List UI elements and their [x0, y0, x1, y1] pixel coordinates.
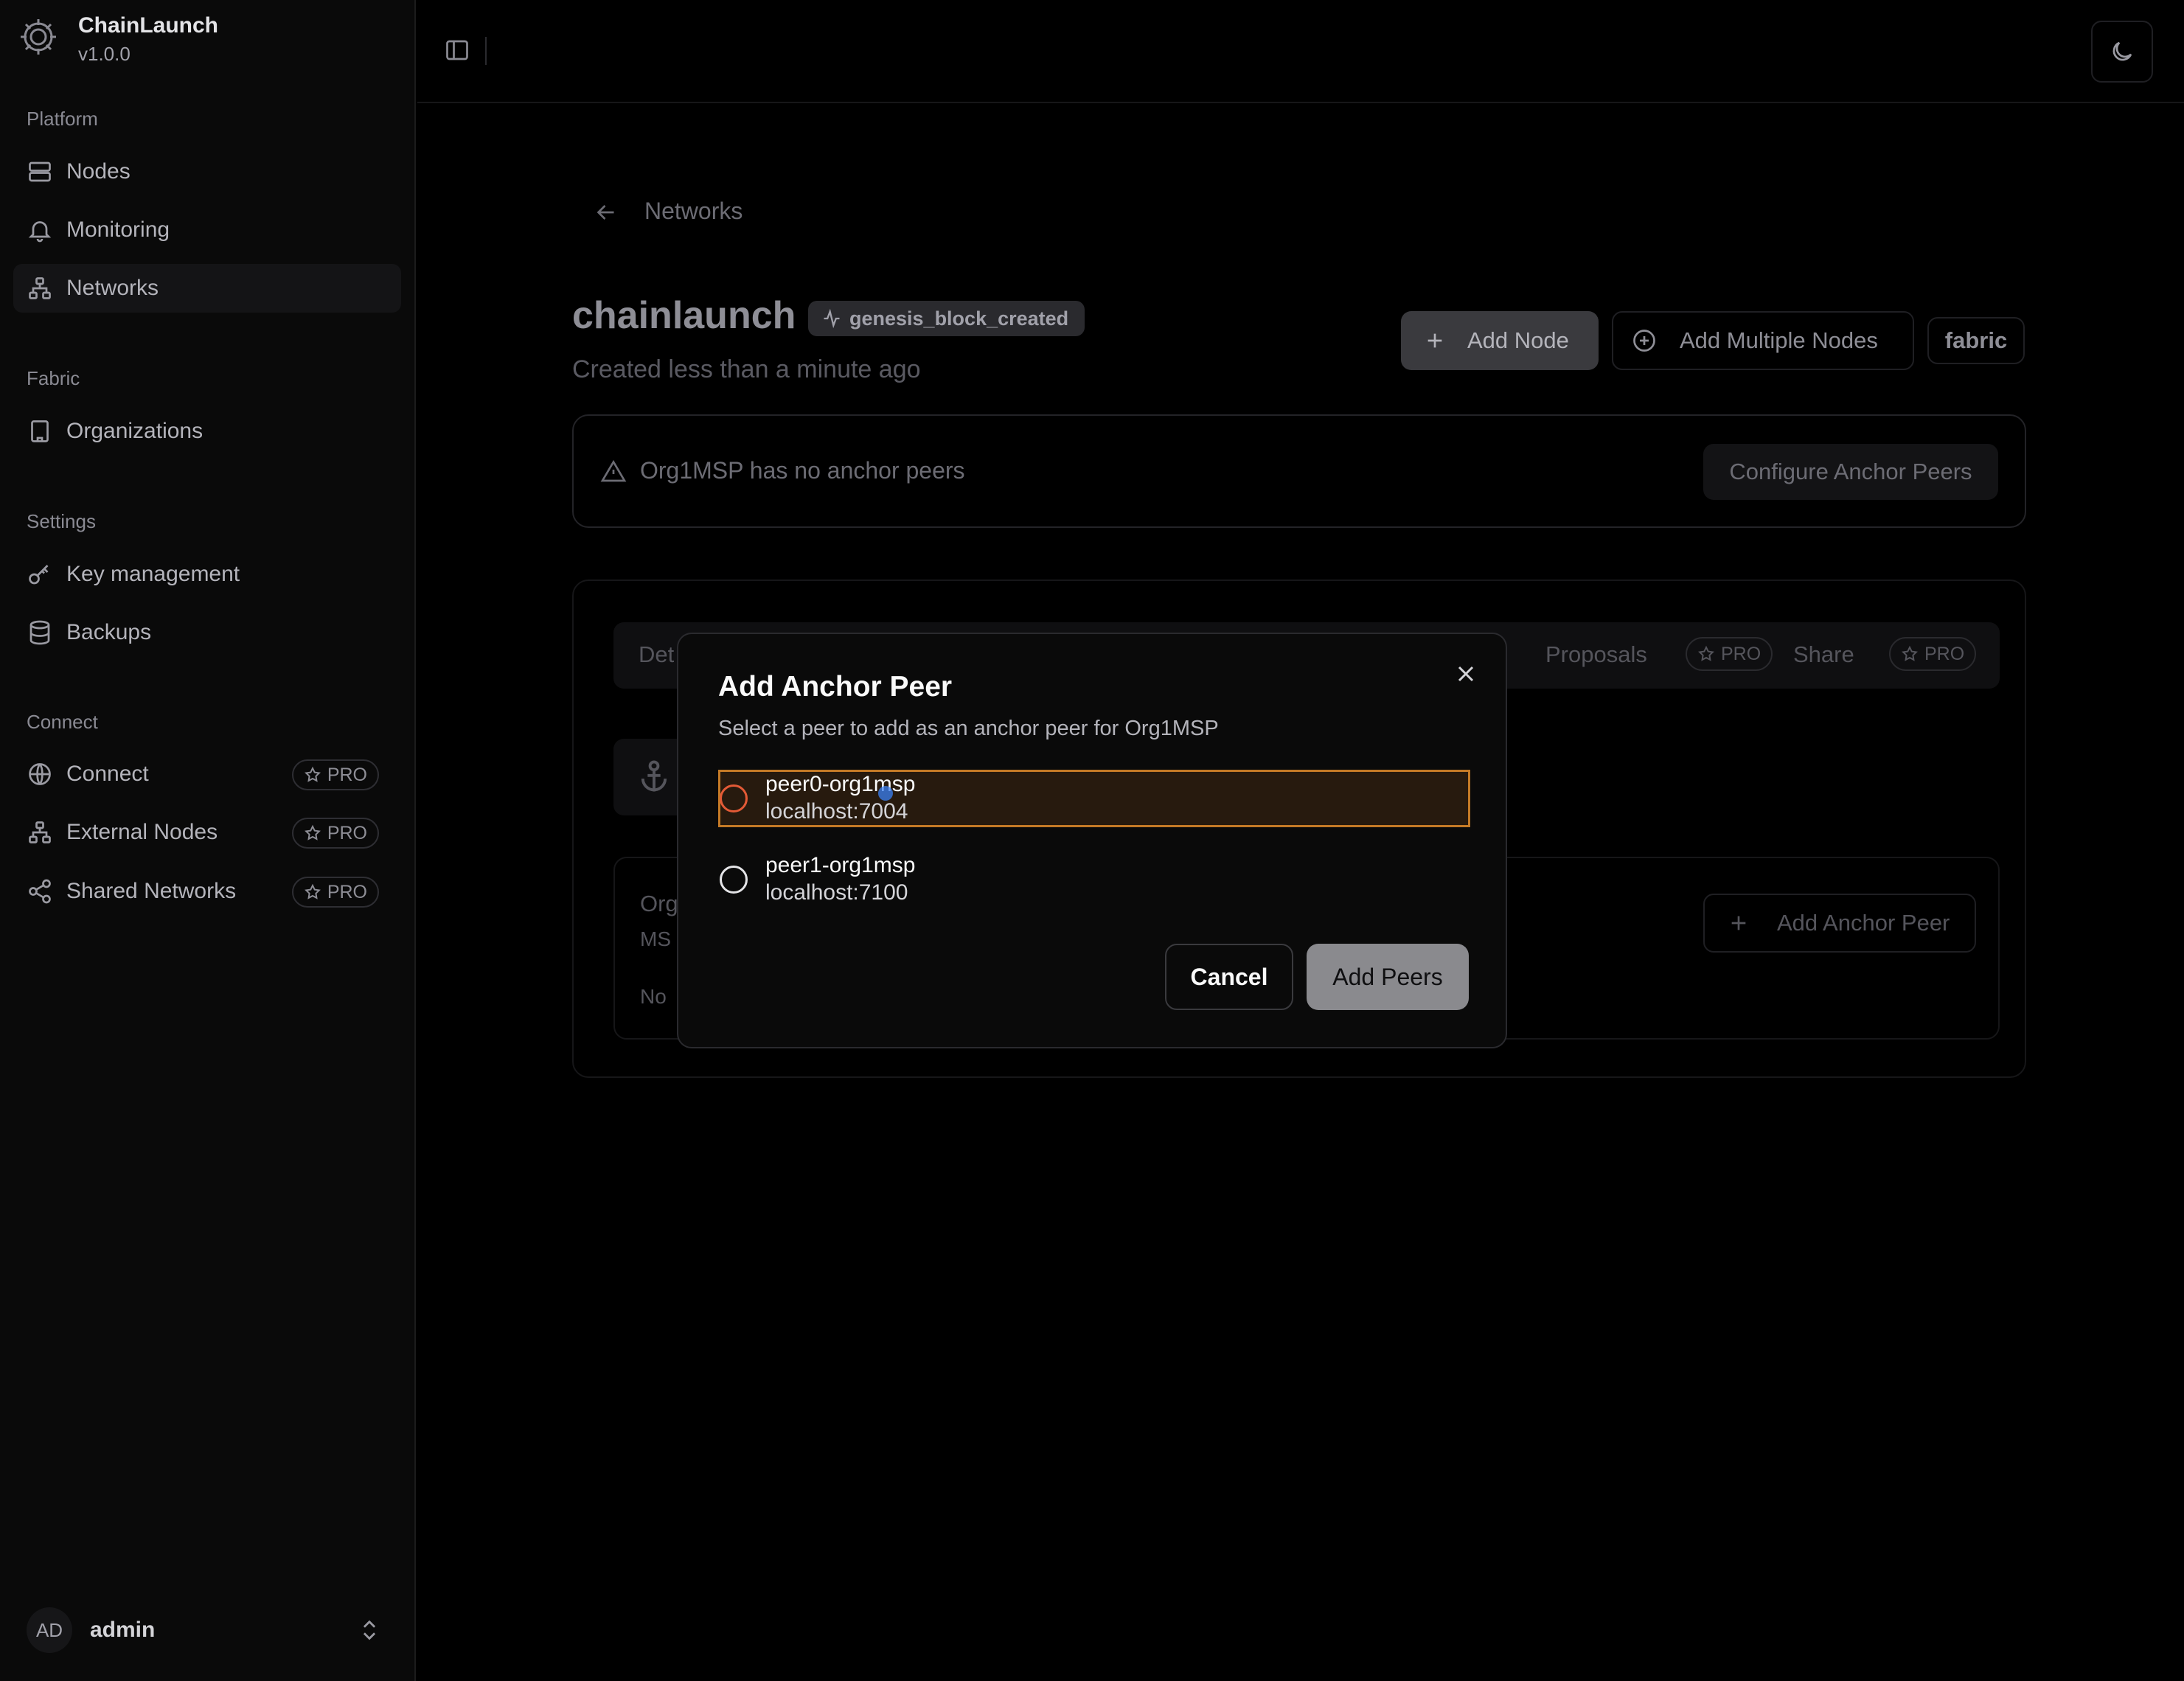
sidebar-item-organizations[interactable]: Organizations — [13, 407, 401, 456]
section-label-platform: Platform — [27, 108, 98, 130]
radio-button[interactable] — [720, 784, 748, 812]
org-msp: MS — [640, 927, 671, 950]
avatar: AD — [27, 1607, 72, 1653]
add-node-button[interactable]: Add Node — [1401, 311, 1599, 370]
sidebar-item-label: Connect — [66, 762, 149, 786]
divider — [485, 37, 487, 65]
warning-triangle-icon — [600, 459, 627, 485]
sidebar-item-networks[interactable]: Networks — [13, 264, 401, 313]
chainlaunch-logo-icon — [18, 16, 59, 58]
tab-details[interactable]: Det — [639, 641, 674, 668]
peer-name: peer1-org1msp — [765, 853, 916, 877]
plus-icon — [1731, 916, 1746, 930]
add-multiple-nodes-button[interactable]: Add Multiple Nodes — [1612, 311, 1914, 370]
plus-icon — [1427, 333, 1442, 348]
back-arrow-icon[interactable] — [593, 199, 619, 226]
network-icon — [27, 819, 53, 846]
moon-icon — [2109, 38, 2135, 65]
breadcrumb[interactable]: Networks — [644, 198, 743, 225]
star-icon — [1698, 645, 1714, 661]
server-icon — [27, 159, 53, 185]
theme-toggle-button[interactable] — [2091, 21, 2153, 83]
anchor-peer-warning: Org1MSP has no anchor peers Configure An… — [572, 414, 2026, 528]
created-timestamp: Created less than a minute ago — [572, 355, 921, 383]
user-menu[interactable]: AD admin — [13, 1607, 401, 1653]
sidebar-item-nodes[interactable]: Nodes — [13, 147, 401, 196]
top-bar — [417, 0, 2184, 103]
peer-host: localhost:7100 — [765, 880, 908, 905]
add-anchor-peer-button[interactable]: Add Anchor Peer — [1703, 894, 1976, 953]
sidebar-item-shared-networks[interactable]: Shared Networks PRO — [13, 867, 401, 916]
sidebar-item-key-management[interactable]: Key management — [13, 550, 401, 599]
close-icon[interactable] — [1453, 661, 1479, 687]
database-icon — [27, 619, 53, 646]
sidebar-item-label: Shared Networks — [66, 879, 237, 903]
chevrons-up-down-icon — [357, 1618, 382, 1643]
sidebar-item-label: Backups — [66, 620, 152, 644]
brand-version: v1.0.0 — [78, 43, 131, 65]
star-icon — [304, 824, 321, 840]
dialog-description: Select a peer to add as an anchor peer f… — [718, 717, 1219, 740]
pro-badge: PRO — [291, 759, 379, 790]
share-icon — [27, 878, 53, 905]
section-label-settings: Settings — [27, 510, 96, 532]
add-anchor-peer-dialog: Add Anchor Peer Select a peer to add as … — [677, 633, 1507, 1048]
page-title: chainlaunch — [572, 294, 796, 337]
star-icon — [304, 766, 321, 782]
warning-text: Org1MSP has no anchor peers — [640, 457, 965, 484]
plus-circle-icon — [1633, 330, 1655, 352]
sidebar-item-label: Monitoring — [66, 217, 170, 242]
org-empty-text: No — [640, 985, 667, 1008]
section-label-fabric: Fabric — [27, 367, 80, 389]
org-name: Org — [640, 891, 678, 916]
peer-host: localhost:7004 — [765, 799, 908, 824]
brand-name: ChainLaunch — [78, 13, 219, 38]
bell-icon — [27, 217, 53, 243]
sidebar-item-monitoring[interactable]: Monitoring — [13, 206, 401, 254]
pro-badge: PRO — [1686, 637, 1773, 671]
sidebar-item-backups[interactable]: Backups — [13, 608, 401, 657]
dialog-title: Add Anchor Peer — [718, 671, 953, 703]
peer-option-peer1[interactable]: peer1-org1msp localhost:7100 — [718, 851, 1470, 908]
star-icon — [1902, 645, 1918, 661]
activity-icon — [824, 308, 840, 329]
sidebar-item-connect[interactable]: Connect PRO — [13, 750, 401, 798]
tab-proposals[interactable]: Proposals — [1545, 641, 1647, 668]
sidebar-toggle-icon[interactable] — [444, 37, 470, 63]
sidebar: ChainLaunch v1.0.0 Platform Nodes Monito… — [0, 0, 416, 1681]
section-label-connect: Connect — [27, 711, 98, 733]
sidebar-item-external-nodes[interactable]: External Nodes PRO — [13, 808, 401, 857]
sidebar-item-label: External Nodes — [66, 820, 218, 844]
add-peers-button[interactable]: Add Peers — [1307, 944, 1469, 1010]
sidebar-item-label: Key management — [66, 562, 240, 586]
network-type-badge: fabric — [1927, 317, 2025, 364]
sidebar-item-label: Organizations — [66, 419, 204, 443]
cursor-indicator — [878, 786, 893, 801]
building-icon — [27, 418, 53, 445]
tab-share[interactable]: Share — [1793, 641, 1854, 668]
user-name: admin — [90, 1618, 156, 1642]
pro-badge: PRO — [291, 818, 379, 849]
sidebar-item-label: Networks — [66, 276, 159, 300]
key-icon — [27, 561, 53, 588]
globe-icon — [27, 761, 53, 787]
peer-option-peer0[interactable]: peer0-org1msp localhost:7004 — [718, 770, 1470, 827]
network-icon — [27, 275, 53, 302]
radio-button[interactable] — [720, 866, 748, 894]
sidebar-item-label: Nodes — [66, 159, 131, 184]
pro-badge: PRO — [1889, 637, 1977, 671]
star-icon — [304, 883, 321, 899]
configure-anchor-peers-button[interactable]: Configure Anchor Peers — [1703, 444, 1998, 500]
pro-badge: PRO — [291, 877, 379, 908]
cancel-button[interactable]: Cancel — [1165, 944, 1293, 1010]
status-badge: genesis_block_created — [808, 301, 1085, 336]
